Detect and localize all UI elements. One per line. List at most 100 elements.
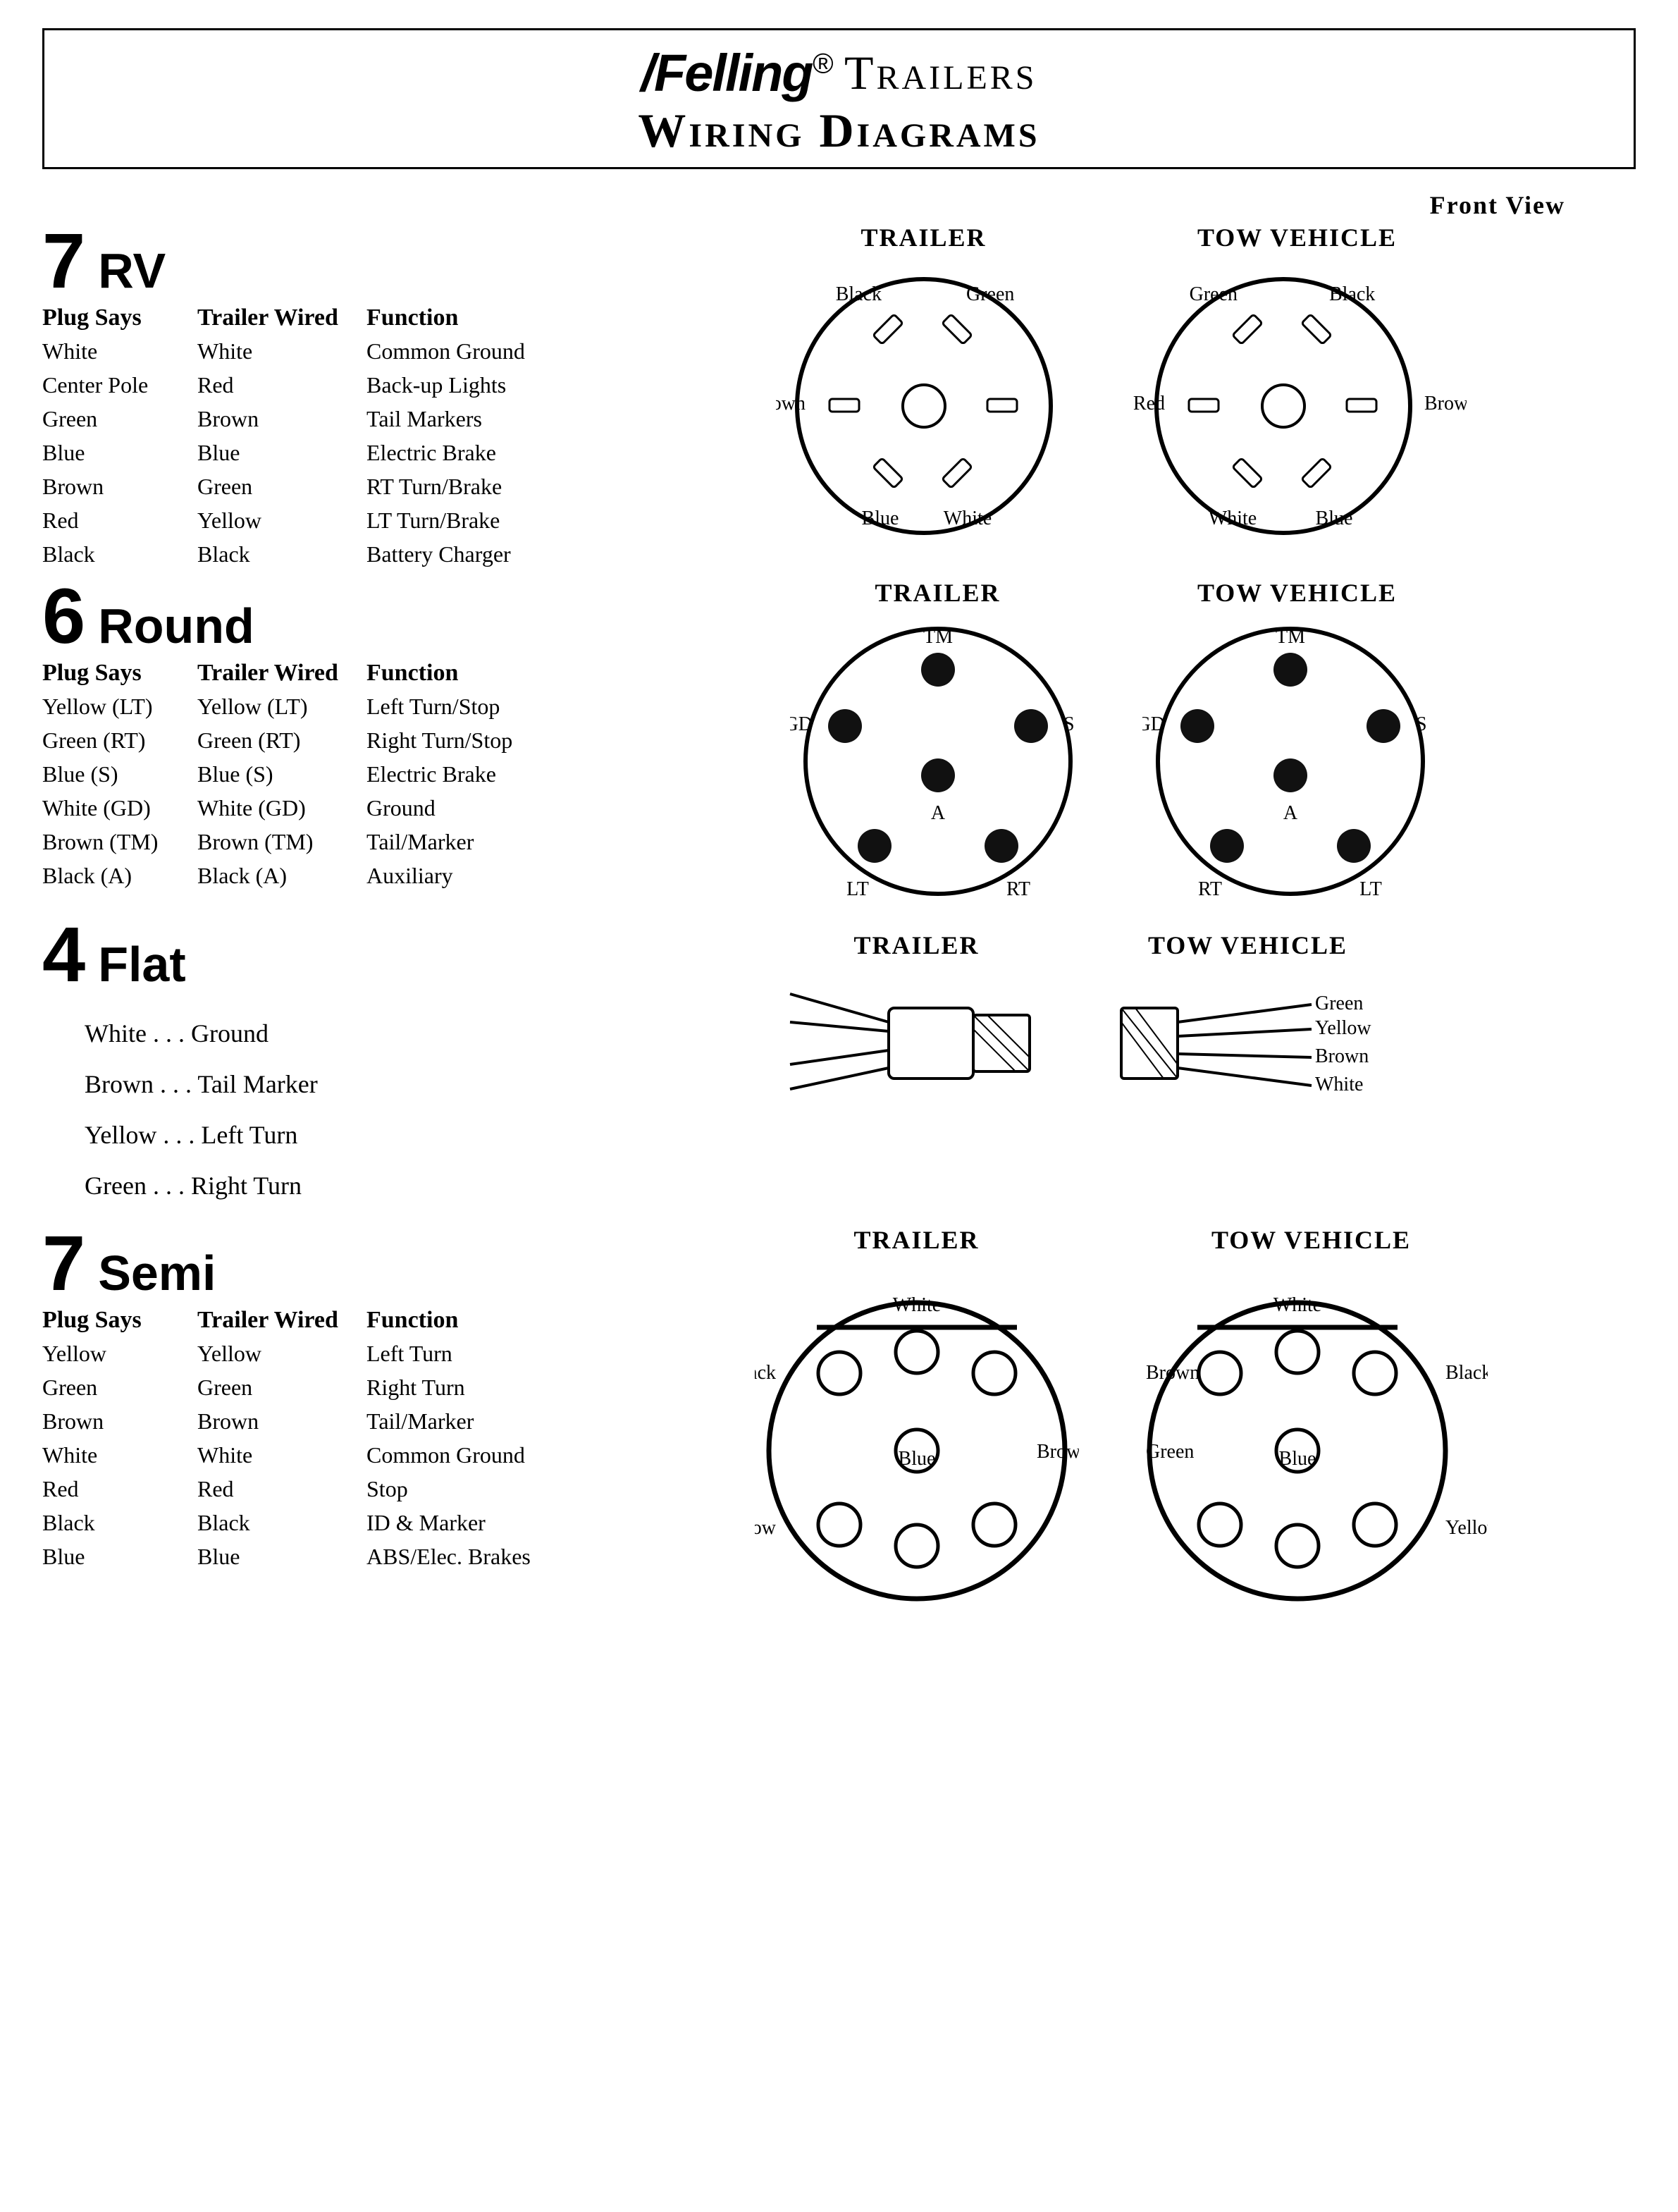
svg-text:TM: TM: [1276, 626, 1305, 648]
section-6round-left: 6 Round Plug Says Trailer Wired Function…: [42, 578, 606, 892]
section-number-7semi: 7: [42, 1225, 85, 1303]
svg-text:Yellow: Yellow: [1445, 1517, 1488, 1539]
trailer-4flat-svg: [776, 966, 1058, 1121]
tow-label-6round: TOW VEHICLE: [1142, 578, 1452, 608]
svg-text:S: S: [1063, 713, 1075, 735]
section-7rv: 7 RV Plug Says Trailer Wired Function Wh…: [42, 223, 1636, 571]
svg-text:Blue: Blue: [1278, 1448, 1316, 1470]
wiring-table-6round: Plug Says Trailer Wired Function Yellow …: [42, 660, 606, 892]
trailer-6round-svg: TM GD S A LT RT: [790, 613, 1086, 909]
table-row: Brown (TM)Brown (TM)Tail/Marker: [42, 825, 606, 859]
col-plug-label-semi: Plug Says: [42, 1307, 197, 1334]
svg-text:White: White: [1208, 508, 1256, 529]
diagram-tow-7semi: TOW VEHICLE White Black Yellow Blue: [1135, 1225, 1488, 1613]
svg-text:GD: GD: [790, 713, 813, 735]
svg-text:White: White: [1273, 1294, 1321, 1316]
svg-text:A: A: [1283, 802, 1297, 824]
section-4flat: 4 Flat White . . . GroundBrown . . . Tai…: [42, 916, 1636, 1211]
front-view-label: Front View: [42, 190, 1636, 220]
table-row: White (GD)White (GD)Ground: [42, 791, 606, 825]
svg-text:Brown: Brown: [1037, 1441, 1079, 1463]
diagram-trailer-7semi: TRAILER: [755, 1225, 1079, 1613]
tow-6round-svg: TM GD S A RT LT: [1142, 613, 1452, 909]
diagram-tow-7rv: TOW VEHICLE Green Black Red Brown White: [1128, 223, 1467, 540]
svg-text:RT: RT: [1006, 878, 1030, 900]
rv7-rows: WhiteWhiteCommon GroundCenter PoleRedBac…: [42, 334, 606, 571]
list-item: Brown . . . Tail Marker: [85, 1059, 536, 1110]
table-row: YellowYellowLeft Turn: [42, 1337, 606, 1370]
col-func-label: Function: [366, 305, 606, 331]
table-row: BlackBlackBattery Charger: [42, 537, 606, 571]
svg-text:Blue: Blue: [1315, 508, 1352, 529]
section-4flat-right: TRAILER: [536, 916, 1636, 1121]
svg-text:Green: Green: [1315, 993, 1363, 1014]
flat-list: White . . . GroundBrown . . . Tail Marke…: [42, 1008, 536, 1211]
brand-logo: /Felling®: [641, 43, 831, 103]
table-header-6round: Plug Says Trailer Wired Function: [42, 660, 606, 687]
trailer-label-4flat: TRAILER: [776, 930, 1058, 960]
table-row: RedYellowLT Turn/Brake: [42, 503, 606, 537]
section-name-7rv: RV: [98, 242, 166, 299]
svg-text:Green: Green: [1146, 1441, 1194, 1463]
tow-label-7rv: TOW VEHICLE: [1128, 223, 1467, 252]
svg-text:A: A: [930, 802, 945, 824]
section-7semi-left: 7 Semi Plug Says Trailer Wired Function …: [42, 1225, 606, 1573]
diagram-trailer-6round: TRAILER TM: [790, 578, 1086, 909]
list-item: White . . . Ground: [85, 1008, 536, 1059]
col-wired-label: Trailer Wired: [197, 305, 366, 331]
svg-text:Black: Black: [835, 283, 881, 305]
trailer-7rv-svg: Black Green Brown Blue White: [776, 258, 1072, 540]
table-row: Yellow (LT)Yellow (LT)Left Turn/Stop: [42, 689, 606, 723]
svg-text:Black: Black: [755, 1362, 776, 1384]
trailer-label-7semi: TRAILER: [755, 1225, 1079, 1255]
section-number-4flat: 4: [42, 916, 85, 994]
table-row: BrownGreenRT Turn/Brake: [42, 469, 606, 503]
table-header-7semi: Plug Says Trailer Wired Function: [42, 1307, 606, 1334]
trailer-label-6round: TRAILER: [790, 578, 1086, 608]
col-wired-label-6: Trailer Wired: [197, 660, 366, 687]
svg-text:Black: Black: [1445, 1362, 1488, 1384]
semi7-rows: YellowYellowLeft TurnGreenGreenRight Tur…: [42, 1337, 606, 1573]
tow-7rv-svg: Green Black Red Brown White Blue: [1128, 258, 1467, 540]
section-6round-right: TRAILER TM: [606, 578, 1636, 909]
table-row: WhiteWhiteCommon Ground: [42, 1438, 606, 1472]
wiring-table-7rv: Plug Says Trailer Wired Function WhiteWh…: [42, 305, 606, 571]
table-row: Black (A)Black (A)Auxiliary: [42, 859, 606, 892]
svg-text:Green: Green: [1189, 283, 1237, 305]
svg-text:LT: LT: [1359, 878, 1382, 900]
tow-label-4flat: TOW VEHICLE: [1100, 930, 1396, 960]
diagram-tow-6round: TOW VEHICLE TM GD S A RT LT: [1142, 578, 1452, 909]
diagrams-row-4flat: TRAILER: [536, 916, 1636, 1121]
table-header-7rv: Plug Says Trailer Wired Function: [42, 305, 606, 331]
round6-rows: Yellow (LT)Yellow (LT)Left Turn/StopGree…: [42, 689, 606, 892]
diagram-trailer-4flat: TRAILER: [776, 930, 1058, 1121]
table-row: RedRedStop: [42, 1472, 606, 1506]
section-name-6round: Round: [98, 598, 254, 654]
section-7rv-left: 7 RV Plug Says Trailer Wired Function Wh…: [42, 223, 606, 571]
col-func-label-semi: Function: [366, 1307, 606, 1334]
svg-text:LT: LT: [846, 878, 869, 900]
svg-text:White: White: [892, 1294, 940, 1316]
svg-text:Yellow: Yellow: [1315, 1017, 1371, 1039]
diagrams-row-6round: TRAILER TM: [606, 578, 1636, 909]
section-7semi: 7 Semi Plug Says Trailer Wired Function …: [42, 1225, 1636, 1613]
section-name-4flat: Flat: [98, 936, 185, 993]
section-7rv-right: TRAILER: [606, 223, 1636, 540]
header-line1: /Felling® Trailers: [58, 43, 1620, 103]
svg-text:Blue: Blue: [861, 508, 899, 529]
svg-text:White: White: [943, 508, 991, 529]
table-row: BrownBrownTail/Marker: [42, 1404, 606, 1438]
svg-text:Red: Red: [1133, 393, 1164, 414]
table-row: GreenBrownTail Markers: [42, 402, 606, 436]
diagram-trailer-7rv: TRAILER: [776, 223, 1072, 540]
diagram-tow-4flat: TOW VEHICLE Green Yellow Brow: [1100, 930, 1396, 1121]
tow-label-7semi: TOW VEHICLE: [1135, 1225, 1488, 1255]
list-item: Yellow . . . Left Turn: [85, 1110, 536, 1160]
section-7semi-right: TRAILER: [606, 1225, 1636, 1613]
table-row: GreenGreenRight Turn: [42, 1370, 606, 1404]
svg-text:Brown: Brown: [1146, 1362, 1199, 1384]
table-row: Blue (S)Blue (S)Electric Brake: [42, 757, 606, 791]
list-item: Green . . . Right Turn: [85, 1160, 536, 1211]
section-4flat-left: 4 Flat White . . . GroundBrown . . . Tai…: [42, 916, 536, 1211]
table-row: WhiteWhiteCommon Ground: [42, 334, 606, 368]
